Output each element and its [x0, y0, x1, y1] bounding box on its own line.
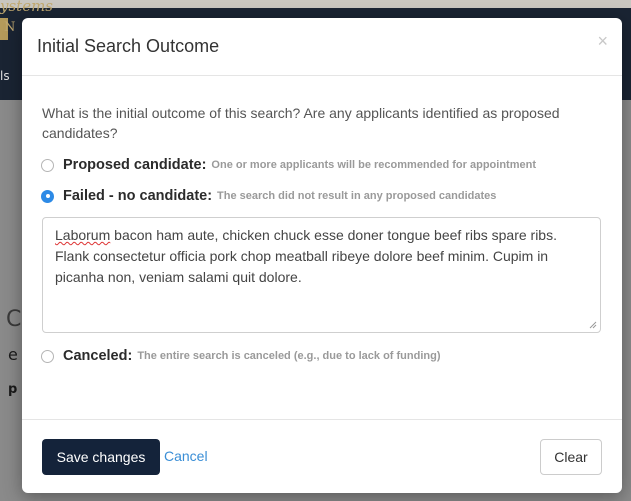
option-label: Canceled:: [63, 348, 133, 364]
resize-handle-icon[interactable]: [589, 321, 597, 329]
option-proposed-candidate[interactable]: Proposed candidate: One or more applican…: [41, 155, 536, 175]
comment-text: bacon ham aute, chicken chuck esse doner…: [55, 227, 557, 285]
background-heading-fragment: C: [6, 307, 22, 332]
clear-button[interactable]: Clear: [540, 439, 602, 475]
canceled-radio[interactable]: [41, 349, 54, 363]
initial-search-outcome-dialog: Initial Search Outcome × What is the ini…: [22, 18, 622, 493]
close-icon[interactable]: ×: [597, 31, 608, 52]
option-description: The entire search is canceled (e.g., due…: [137, 350, 441, 362]
cancel-link[interactable]: Cancel: [164, 448, 208, 464]
save-changes-button[interactable]: Save changes: [42, 439, 160, 475]
option-canceled[interactable]: Canceled: The entire search is canceled …: [41, 346, 441, 366]
modal-header: Initial Search Outcome ×: [22, 18, 622, 76]
proposed-candidate-radio[interactable]: [41, 158, 54, 172]
background-top-strip: [0, 0, 631, 8]
outcome-comment-textarea[interactable]: Laborum bacon ham aute, chicken chuck es…: [42, 217, 601, 333]
background-bold-fragment: p: [8, 382, 18, 397]
failed-no-candidate-radio[interactable]: [41, 189, 54, 203]
background-brand-letter: N: [4, 20, 16, 35]
modal-footer: Save changes Cancel Clear: [22, 419, 622, 494]
background-nav-fragment: ls: [0, 69, 10, 83]
option-description: The search did not result in any propose…: [217, 190, 497, 202]
option-label: Failed - no candidate:: [63, 188, 213, 204]
option-description: One or more applicants will be recommend…: [211, 159, 536, 171]
option-failed-no-candidate[interactable]: Failed - no candidate: The search did no…: [41, 186, 496, 206]
option-label: Proposed candidate:: [63, 157, 207, 173]
misspelled-word: Laborum: [55, 227, 111, 243]
outcome-question: What is the initial outcome of this sear…: [42, 105, 560, 141]
modal-title: Initial Search Outcome: [37, 36, 220, 56]
background-text-fragment: e: [8, 345, 18, 364]
background-brand-text: ystems: [0, 0, 53, 15]
